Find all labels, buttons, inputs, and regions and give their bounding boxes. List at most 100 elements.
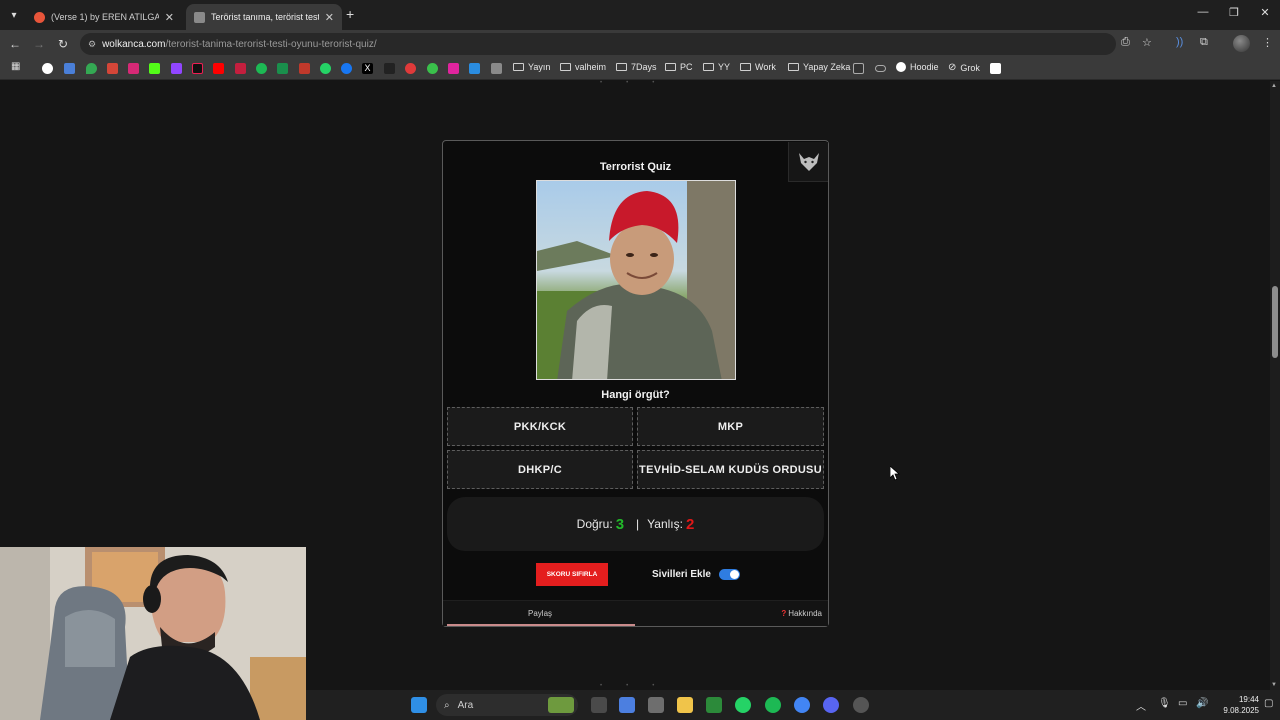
wrong-label: Yanlış: [647,517,683,531]
reset-score-button[interactable]: SKORU SIFIRLA [536,563,608,586]
toggle-knob [729,570,739,579]
bookmark-icon[interactable] [405,63,416,74]
twitch-bookmark-icon[interactable] [171,63,182,74]
folder-icon [665,63,676,71]
bookmark-icon[interactable] [235,63,246,74]
translate-bookmark-icon[interactable] [64,63,75,74]
new-tab-icon[interactable]: + [346,6,354,22]
youtube-bookmark-icon[interactable] [213,63,224,74]
tiktok-bookmark-icon[interactable] [192,63,203,74]
menu-kebab-icon[interactable]: ⋮ [1262,36,1273,49]
taskbar-search-placeholder: Ara [457,699,474,711]
bookmark-star-icon[interactable]: ☆ [1142,36,1152,49]
task-view-icon[interactable] [591,697,607,713]
bookmark-folder-work[interactable]: Work [740,62,776,72]
share-link[interactable]: Paylaş [528,609,552,618]
instagram-bookmark-icon[interactable] [128,63,139,74]
start-windows-icon[interactable] [411,697,427,713]
scrollbar-thumb[interactable] [1272,286,1278,358]
vr-bookmark-icon[interactable] [853,63,864,74]
whatsapp-bookmark-icon[interactable] [320,63,331,74]
answer-option-tevhid-selam[interactable]: TEVHİD-SELAM KUDÜS ORDUSU [637,450,824,489]
notifications-icon[interactable]: ▢ [1264,698,1273,709]
address-bar[interactable]: ⚙ wolkanca.com/terorist-tanima-terorist-… [80,33,1116,55]
spotify-icon[interactable] [765,697,781,713]
bookmark-folder-yapay-zeka[interactable]: Yapay Zeka [788,62,850,72]
civilians-toggle[interactable] [718,569,740,580]
folder-icon [560,63,571,71]
app-icon[interactable] [853,697,869,713]
google-bookmark-icon[interactable] [42,63,53,74]
spotify-bookmark-icon[interactable] [256,63,267,74]
apps-grid-icon[interactable]: ▦ [11,61,22,72]
bookmark-folder-yy[interactable]: YY [703,62,730,72]
store-icon[interactable] [648,697,664,713]
extension-icon[interactable]: )) [1176,36,1183,48]
quiz-title: Terrorist Quiz [599,161,672,173]
bookmark-folder-7days[interactable]: 7Days [616,62,657,72]
maps-bookmark-icon[interactable] [86,63,97,74]
site-info-icon[interactable]: ⚙ [88,39,96,50]
file-explorer-icon[interactable] [677,697,693,713]
facebook-bookmark-icon[interactable] [341,63,352,74]
tab-close-icon[interactable]: ✕ [325,11,334,24]
tab-search-icon[interactable]: ▾ [4,5,24,25]
kick-bookmark-icon[interactable] [149,63,160,74]
close-window-icon[interactable]: ✕ [1250,6,1280,19]
back-icon[interactable]: ← [6,35,24,53]
tab-quiz[interactable]: Terörist tanıma, terörist testi oy ✕ [186,4,342,30]
answer-option-dhkp-c[interactable]: DHKP/C [447,450,633,489]
x-bookmark-icon[interactable]: X [362,63,373,74]
bookmark-icon[interactable] [491,63,502,74]
bookmark-icon[interactable] [427,63,438,74]
bookmark-hoodie[interactable]: Hoodie [896,62,939,72]
forward-icon[interactable]: → [30,35,48,53]
bookmark-icon[interactable] [469,63,480,74]
scroll-down-icon[interactable]: ▼ [1271,682,1277,688]
webcam-overlay [0,547,306,720]
page-scrollbar[interactable]: ▲ ▼ [1270,81,1280,690]
gmail-bookmark-icon[interactable] [107,63,118,74]
chrome-icon[interactable] [794,697,810,713]
canva-bookmark-icon[interactable] [448,63,459,74]
capcut-bookmark-icon[interactable] [990,63,1001,74]
microphone-icon[interactable]: 🎙 [1158,698,1171,709]
tray-chevron-icon[interactable]: ︿ [1136,698,1146,713]
profile-avatar[interactable] [1233,35,1250,52]
meet-bookmark-icon[interactable] [277,63,288,74]
answer-option-mkp[interactable]: MKP [637,407,824,446]
folder-icon [740,63,751,71]
minimize-icon[interactable]: — [1188,6,1218,18]
whatsapp-icon[interactable] [735,697,751,713]
about-link[interactable]: ? Hakkında [781,609,822,618]
question-text: Hangi örgüt? [601,389,670,401]
bookmark-icon[interactable] [299,63,310,74]
scroll-up-icon[interactable]: ▲ [1271,83,1277,89]
bookmark-folder-pc[interactable]: PC [665,62,693,72]
tab-close-icon[interactable]: ✕ [165,11,174,24]
reload-icon[interactable]: ↻ [54,35,72,53]
install-app-icon[interactable]: ⎙ [1121,36,1130,49]
restore-icon[interactable]: ❐ [1219,6,1249,19]
patreon-bookmark-icon[interactable] [384,63,395,74]
discord-icon[interactable] [823,697,839,713]
extensions-puzzle-icon[interactable]: ⧉ [1200,36,1208,49]
tab-music[interactable]: (Verse 1) by EREN ATILGAN | Su ✕ [26,4,182,30]
correct-count: 3 [615,515,625,533]
bookmark-folder-yayin[interactable]: Yayın [513,62,550,72]
answer-option-pkk-kck[interactable]: PKK/KCK [447,407,633,446]
link-bookmark-icon[interactable] [875,65,886,72]
search-highlight-icon [548,697,574,713]
folder-icon [513,63,524,71]
clock-time: 19:44 [1238,695,1259,704]
site-logo[interactable] [788,142,828,182]
bookmark-folder-valheim[interactable]: valheim [560,62,606,72]
top-carousel-dots: ••• [600,80,679,86]
volume-icon[interactable]: 🔊 [1196,698,1208,709]
bookmark-grok[interactable]: ⊘ Grok [948,62,980,73]
copilot-icon[interactable] [619,697,635,713]
folder-icon [616,63,627,71]
system-clock[interactable]: 19:44 9.08.2025 [1211,694,1259,716]
network-icon[interactable]: ▭ [1178,698,1187,709]
xbox-icon[interactable] [706,697,722,713]
